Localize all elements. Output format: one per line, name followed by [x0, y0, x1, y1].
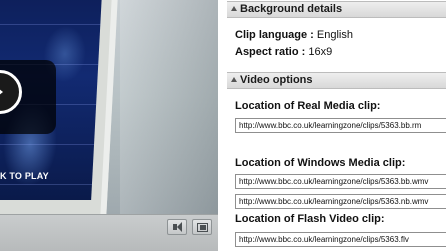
collapse-arrow-icon	[231, 77, 237, 82]
video-frame[interactable]: K TO PLAY	[0, 0, 218, 214]
aspect-ratio-value: 16x9	[308, 46, 333, 58]
fullscreen-button[interactable]	[192, 219, 212, 235]
windows-media-url-field-2[interactable]	[235, 194, 446, 209]
click-to-play-label: K TO PLAY	[0, 171, 49, 181]
flash-video-url-field[interactable]	[235, 232, 446, 247]
flash-video-label: Location of Flash Video clip:	[235, 213, 385, 225]
real-media-label: Location of Real Media clip:	[235, 100, 381, 112]
aspect-ratio-row: Aspect ratio : 16x9	[235, 46, 332, 58]
background-details-title: Background details	[240, 3, 343, 15]
aspect-ratio-label: Aspect ratio :	[235, 46, 306, 58]
play-icon[interactable]	[0, 70, 22, 114]
clip-language-value: English	[316, 29, 353, 41]
video-player[interactable]: K TO PLAY	[0, 0, 218, 251]
real-media-url-field[interactable]	[235, 118, 446, 133]
player-control-bar	[0, 214, 218, 251]
clip-language-row: Clip language : English	[235, 29, 353, 41]
click-to-play-overlay[interactable]: K TO PLAY	[0, 60, 56, 181]
video-options-title: Video options	[240, 74, 313, 86]
windows-media-label: Location of Windows Media clip:	[235, 157, 406, 169]
clip-info-sidebar: Background details Clip language : Engli…	[227, 0, 446, 251]
clip-language-label: Clip language :	[235, 29, 314, 41]
windows-media-url-field-1[interactable]	[235, 174, 446, 189]
background-details-header[interactable]: Background details	[227, 1, 446, 18]
volume-button[interactable]	[167, 219, 187, 235]
video-options-header[interactable]: Video options	[227, 72, 446, 89]
background-wall	[120, 0, 218, 214]
collapse-arrow-icon	[231, 6, 237, 11]
